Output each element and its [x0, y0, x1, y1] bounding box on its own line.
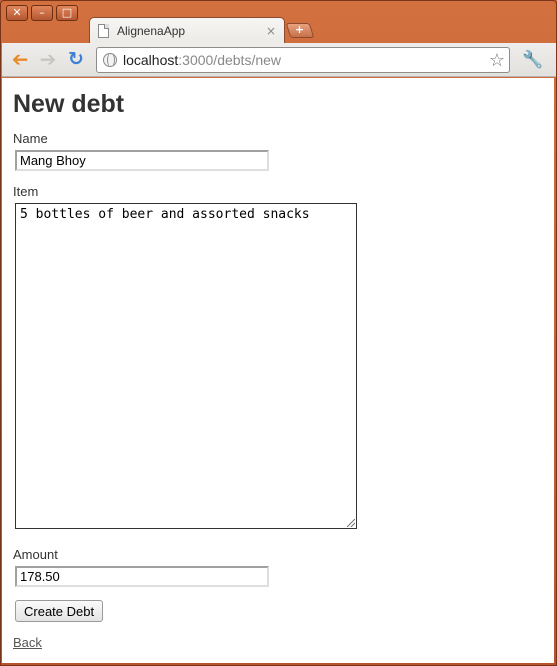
item-text: 5 bottles of beer and assorted snacks — [20, 207, 310, 222]
address-bar[interactable]: localhost:3000/debts/new ☆ — [96, 47, 510, 73]
create-debt-button[interactable]: Create Debt — [15, 600, 104, 622]
globe-icon — [103, 53, 117, 67]
back-arrow-icon[interactable]: ➔ — [9, 47, 31, 71]
page-title: New debt — [13, 90, 125, 118]
item-label: Item — [13, 184, 39, 199]
maximize-window-button[interactable]: □ — [56, 5, 78, 21]
browser-tab[interactable]: AlignenaApp × — [89, 17, 285, 43]
reload-icon[interactable]: ↻ — [65, 49, 87, 71]
url-path: :3000/debts/new — [178, 52, 282, 68]
amount-field[interactable] — [15, 566, 269, 587]
browser-toolbar: ➔ ➔ ↻ localhost:3000/debts/new ☆ 🔧 — [2, 43, 556, 77]
url-host: localhost — [123, 52, 179, 68]
window-controls: ✕ – □ — [6, 5, 78, 21]
page-icon — [98, 23, 109, 38]
tab-close-icon[interactable]: × — [266, 24, 276, 38]
browser-window: ✕ – □ AlignenaApp × + ➔ ➔ ↻ localhost:30… — [0, 0, 557, 666]
name-field[interactable] — [15, 150, 269, 171]
item-textarea[interactable]: 5 bottles of beer and assorted snacks — [15, 203, 357, 529]
wrench-icon[interactable]: 🔧 — [522, 50, 543, 70]
bookmark-star-icon[interactable]: ☆ — [489, 50, 505, 71]
resize-grip-icon[interactable] — [347, 519, 355, 527]
forward-arrow-icon[interactable]: ➔ — [37, 49, 59, 71]
page-content: New debt Name Item 5 bottles of beer and… — [2, 78, 554, 663]
tab-title: AlignenaApp — [117, 23, 186, 38]
amount-label: Amount — [13, 547, 58, 562]
back-link[interactable]: Back — [13, 635, 42, 650]
name-label: Name — [13, 131, 48, 146]
plus-icon: + — [295, 23, 305, 36]
new-tab-button[interactable]: + — [285, 23, 315, 38]
minimize-window-button[interactable]: – — [31, 5, 53, 21]
close-window-button[interactable]: ✕ — [6, 5, 28, 21]
